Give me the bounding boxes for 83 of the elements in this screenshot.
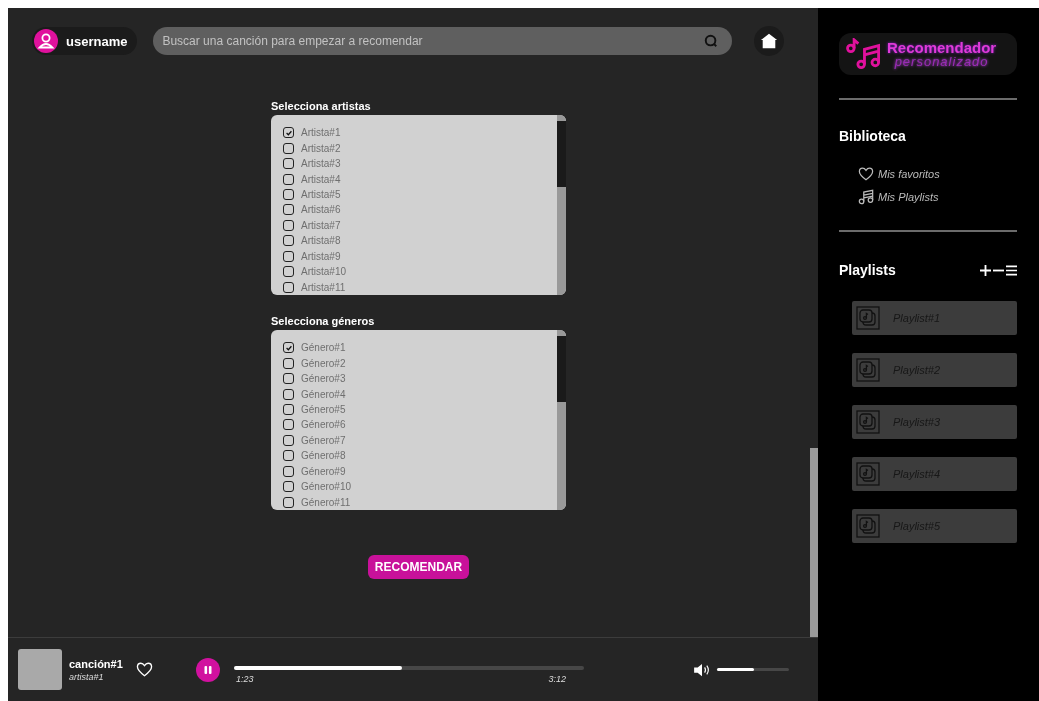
option-label: Género#6 — [301, 419, 346, 431]
option-label: Artista#3 — [301, 158, 341, 170]
option-label: Artista#1 — [301, 127, 341, 139]
playlist-icon — [856, 306, 880, 330]
playlist-icon — [856, 514, 880, 538]
checkbox[interactable] — [283, 342, 294, 354]
recommend-button[interactable]: RECOMENDAR — [367, 555, 470, 579]
checkbox[interactable] — [283, 404, 294, 416]
playlist-icon — [856, 410, 880, 434]
user-avatar-icon — [34, 29, 58, 53]
selector-heading: Selecciona artistas — [271, 100, 372, 112]
checkbox[interactable] — [283, 266, 294, 278]
checkbox[interactable] — [283, 127, 294, 139]
album-cover — [18, 649, 62, 690]
checkbox[interactable] — [283, 373, 294, 385]
pause-button[interactable] — [196, 657, 220, 682]
user-chip[interactable]: username — [32, 27, 138, 55]
checkmark-icon — [284, 343, 293, 352]
option-label: Artista#11 — [301, 281, 346, 293]
library-link[interactable]: Mis Playlists — [858, 189, 1017, 205]
music-notes-icon — [845, 38, 883, 70]
option-label: Género#5 — [301, 404, 346, 416]
checkbox[interactable] — [283, 496, 294, 508]
checkbox[interactable] — [283, 465, 294, 477]
option-label: Género#2 — [301, 357, 346, 369]
elapsed-time: 1:23 — [236, 673, 254, 684]
checkbox[interactable] — [283, 250, 294, 262]
checkbox[interactable] — [283, 235, 294, 247]
volume-slider[interactable] — [717, 668, 789, 671]
checkbox[interactable] — [283, 142, 294, 154]
checkbox[interactable] — [283, 204, 294, 216]
section-heading: Playlists — [839, 262, 896, 278]
checkbox[interactable] — [283, 281, 294, 293]
option-label: Artista#6 — [301, 204, 341, 216]
option-label: Género#4 — [301, 388, 346, 400]
option-label: Género#11 — [301, 496, 351, 508]
scrollbar[interactable] — [557, 330, 566, 510]
option-label: Artista#9 — [301, 250, 341, 262]
heart-icon — [858, 167, 874, 181]
home-button[interactable] — [754, 26, 785, 56]
search-icon — [704, 34, 719, 48]
option-label: Género#9 — [301, 465, 346, 477]
option-label: Género#3 — [301, 373, 346, 385]
selector-heading: Selecciona géneros — [271, 315, 376, 327]
progress-bar[interactable] — [234, 665, 584, 670]
option-label: Artista#5 — [301, 189, 341, 201]
song-title: canción#1 — [69, 657, 124, 670]
pause-icon — [203, 664, 213, 675]
library-link[interactable]: Mis favoritos — [858, 167, 1017, 181]
duration-time: 3:12 — [548, 673, 566, 684]
checkbox[interactable] — [283, 158, 294, 170]
checkbox[interactable] — [283, 189, 294, 201]
music-notes-icon — [858, 189, 874, 205]
checkbox[interactable] — [283, 450, 294, 462]
search-field[interactable]: Buscar una canción para empezar a recomendar — [153, 27, 733, 55]
option-label: Artista#8 — [301, 235, 341, 247]
volume-icon[interactable] — [693, 662, 711, 677]
checkbox[interactable] — [283, 219, 294, 231]
option-label: Artista#7 — [301, 219, 341, 231]
option-label: Género#8 — [301, 450, 346, 462]
checkmark-icon — [284, 128, 293, 137]
option-label: Artista#2 — [301, 142, 341, 154]
option-label: Artista#10 — [301, 266, 347, 278]
heart-icon[interactable] — [136, 662, 153, 677]
home-icon — [760, 32, 779, 50]
app-logo: Recomendador personalizado — [839, 33, 1017, 75]
option-label: Género#1 — [301, 342, 346, 354]
song-artist: artista#1 — [69, 671, 105, 682]
option-label: Género#10 — [301, 481, 352, 493]
checkbox[interactable] — [283, 357, 294, 369]
checkbox[interactable] — [283, 419, 294, 431]
checkbox[interactable] — [283, 388, 294, 400]
option-label: Artista#4 — [301, 173, 341, 185]
playlist-icon — [856, 358, 880, 382]
add-icon[interactable] — [980, 264, 991, 276]
checkbox[interactable] — [283, 173, 294, 185]
section-heading: Biblioteca — [839, 128, 907, 144]
checkbox[interactable] — [283, 434, 294, 446]
playlist-icon — [856, 462, 880, 486]
option-label: Género#7 — [301, 434, 346, 446]
scrollbar[interactable] — [557, 115, 566, 295]
menu-icon[interactable] — [1006, 264, 1017, 276]
checkbox[interactable] — [283, 481, 294, 493]
